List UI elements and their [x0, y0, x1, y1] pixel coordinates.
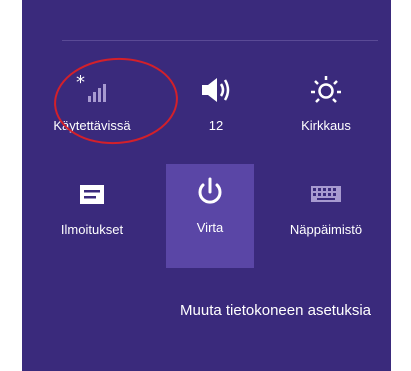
change-pc-settings-link[interactable]: Muuta tietokoneen asetuksia [180, 302, 371, 319]
brightness-icon [282, 70, 370, 110]
keyboard-label: Näppäimistö [289, 222, 363, 237]
volume-label: 12 [208, 118, 224, 133]
power-tile[interactable]: Virta [166, 164, 254, 268]
notifications-label: Ilmoitukset [60, 222, 124, 237]
divider [62, 40, 378, 41]
notifications-tile[interactable]: Ilmoitukset [48, 166, 136, 270]
network-signal-icon: * [48, 70, 136, 110]
power-label: Virta [196, 220, 224, 235]
keyboard-tile[interactable]: Näppäimistö [282, 166, 370, 270]
network-tile[interactable]: * Käytettävissä [48, 62, 136, 166]
keyboard-icon [282, 174, 370, 214]
notifications-icon [48, 174, 136, 214]
network-label: Käytettävissä [53, 118, 131, 133]
svg-text:*: * [76, 74, 85, 93]
volume-tile[interactable]: 12 [172, 62, 260, 166]
settings-charm-panel: * Käytettävissä 12 Kirkkaus Ilmoitukset … [22, 0, 391, 371]
speaker-icon [172, 70, 260, 110]
brightness-label: Kirkkaus [301, 118, 351, 133]
brightness-tile[interactable]: Kirkkaus [282, 62, 370, 166]
power-icon [166, 172, 254, 212]
